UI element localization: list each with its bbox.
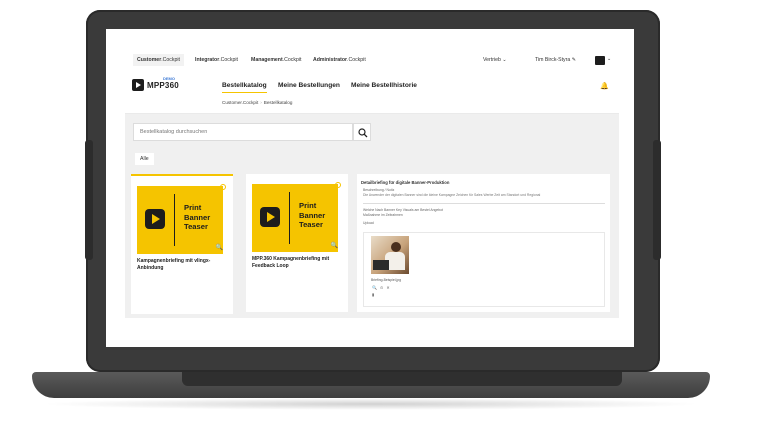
- notification-bell-icon[interactable]: 🔔: [600, 82, 609, 90]
- pencil-icon: ✎: [571, 57, 577, 63]
- product-card[interactable]: Print Banner Teaser 🔍 MPP.360 Kampagnenb…: [246, 174, 348, 312]
- detail-panel: Detailbriefing für digitale Banner-Produ…: [357, 174, 610, 312]
- description-field[interactable]: Die Anwender der digitalen Banner sind d…: [363, 193, 605, 204]
- laptop-screen: Customer.Cockpit Integrator.Cockpit Mana…: [106, 29, 634, 347]
- user-menu[interactable]: Tim Birck-Styra ✎: [535, 57, 576, 63]
- laptop-notch: [182, 372, 622, 386]
- search-icon: [358, 128, 368, 138]
- panel-title: Detailbriefing für digitale Banner-Produ…: [361, 180, 450, 185]
- tab-administrator-cockpit[interactable]: Administrator.Cockpit: [313, 57, 366, 63]
- divider: [289, 192, 290, 244]
- product-image: Print Banner Teaser: [252, 184, 338, 252]
- nav-meine-bestellhistorie[interactable]: Meine Bestellhistorie: [351, 82, 417, 89]
- photo-caption: Briefing-Beispiel.jpg: [371, 278, 401, 282]
- main-navbar: MPP360 DEMO Bestellkatalog Meine Bestell…: [125, 73, 619, 114]
- breadcrumb: Customer.Cockpit › Bestellkatalog: [222, 100, 292, 105]
- zoom-icon[interactable]: 🔍: [216, 244, 223, 251]
- laptop-base: [32, 372, 710, 398]
- search-input[interactable]: Bestellkatalog durchsuchen: [133, 123, 353, 141]
- demo-badge: DEMO: [163, 76, 175, 81]
- photo-person-head: [391, 242, 401, 252]
- filter-all-chip[interactable]: Alle: [135, 153, 154, 165]
- chevron-down-icon: ⌄: [502, 57, 507, 63]
- tab-management-cockpit[interactable]: Management.Cockpit: [251, 57, 301, 63]
- field-label: Beschreibung / Notiz: [363, 188, 395, 192]
- card-title[interactable]: Kampagnenbriefing mit vlingx-Anbindung: [137, 258, 227, 272]
- image-text: Print Banner Teaser: [299, 201, 326, 229]
- chevron-down-icon[interactable]: ⌄: [607, 56, 611, 62]
- uploaded-photo[interactable]: [371, 236, 409, 274]
- photo-laptop: [373, 260, 389, 270]
- breadcrumb-customer-cockpit[interactable]: Customer.Cockpit: [222, 100, 258, 105]
- tab-integrator-cockpit[interactable]: Integrator.Cockpit: [195, 57, 238, 63]
- laptop-hinge-left: [85, 140, 93, 260]
- app-window: Customer.Cockpit Integrator.Cockpit Mana…: [125, 51, 619, 318]
- laptop-shadow: [40, 398, 702, 410]
- photo-actions: 🔍⊙✕: [372, 285, 393, 290]
- account-icon[interactable]: [595, 56, 605, 65]
- field-value: Maßnahme im Zeitrahmen: [363, 213, 403, 217]
- image-text: Print Banner Teaser: [184, 203, 211, 231]
- card-title[interactable]: MPP.360 Kampagnenbriefing mit Feedback L…: [252, 256, 342, 270]
- upload-label: Upload: [363, 221, 374, 225]
- nav-bestellkatalog[interactable]: Bestellkatalog: [222, 82, 267, 93]
- close-icon[interactable]: ✕: [386, 285, 392, 290]
- product-card[interactable]: Print Banner Teaser 🔍 Kampagnenbriefing …: [131, 174, 233, 314]
- logo-text: MPP360: [147, 81, 179, 90]
- tab-customer-cockpit[interactable]: Customer.Cockpit: [133, 54, 184, 66]
- search-button[interactable]: [353, 123, 371, 141]
- play-logo-icon: [145, 209, 165, 229]
- mpp360-logo-icon: [132, 79, 144, 91]
- zoom-icon[interactable]: 🔍: [372, 285, 380, 290]
- role-dropdown[interactable]: Vertrieb ⌄: [483, 57, 507, 63]
- breadcrumb-bestellkatalog: Bestellkatalog: [263, 100, 293, 105]
- nav-meine-bestellungen[interactable]: Meine Bestellungen: [278, 82, 340, 89]
- breadcrumb-separator: ›: [260, 100, 262, 105]
- zoom-icon[interactable]: 🔍: [331, 242, 338, 249]
- trash-icon[interactable]: ▮: [372, 292, 374, 297]
- field-label: Welche Nach Banner Key Visuals am Bestel…: [363, 208, 443, 212]
- product-image: Print Banner Teaser: [137, 186, 223, 254]
- cockpit-topbar: Customer.Cockpit Integrator.Cockpit Mana…: [125, 51, 619, 74]
- laptop-hinge-right: [653, 140, 661, 260]
- play-logo-icon: [260, 207, 280, 227]
- divider: [174, 194, 175, 246]
